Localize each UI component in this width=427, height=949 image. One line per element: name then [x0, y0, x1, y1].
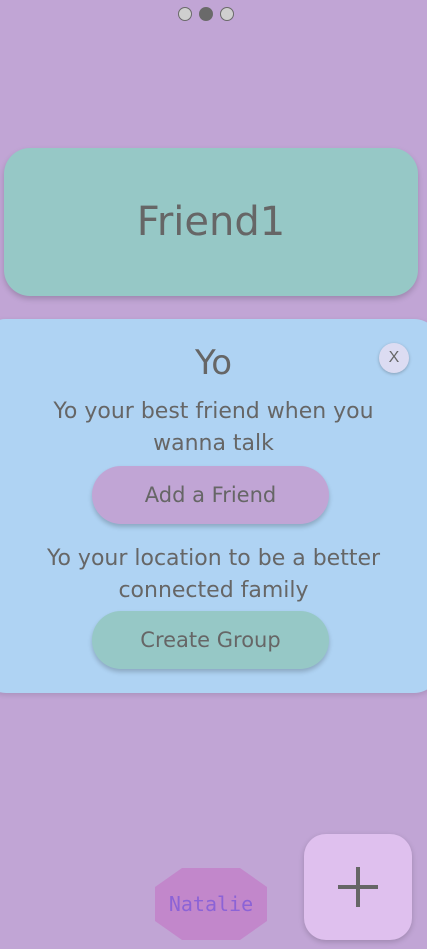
- close-button[interactable]: X: [379, 343, 409, 373]
- add-friend-button[interactable]: Add a Friend: [92, 466, 329, 524]
- user-name: Natalie: [168, 892, 254, 916]
- plus-icon: [338, 867, 378, 907]
- location-description: Yo your location to be a better connecte…: [46, 546, 381, 603]
- friend-name: Friend1: [136, 199, 286, 245]
- page-dot[interactable]: [178, 7, 192, 21]
- page-dot[interactable]: [220, 7, 234, 21]
- page-indicator: [178, 7, 234, 21]
- add-fab-button[interactable]: [304, 834, 412, 940]
- create-group-button[interactable]: Create Group: [92, 611, 329, 669]
- friend-card[interactable]: Friend1: [4, 148, 418, 296]
- panel-title: Yo: [194, 343, 233, 383]
- page-dot-active[interactable]: [199, 7, 213, 21]
- friend-description: Yo your best friend when you wanna talk: [53, 399, 374, 456]
